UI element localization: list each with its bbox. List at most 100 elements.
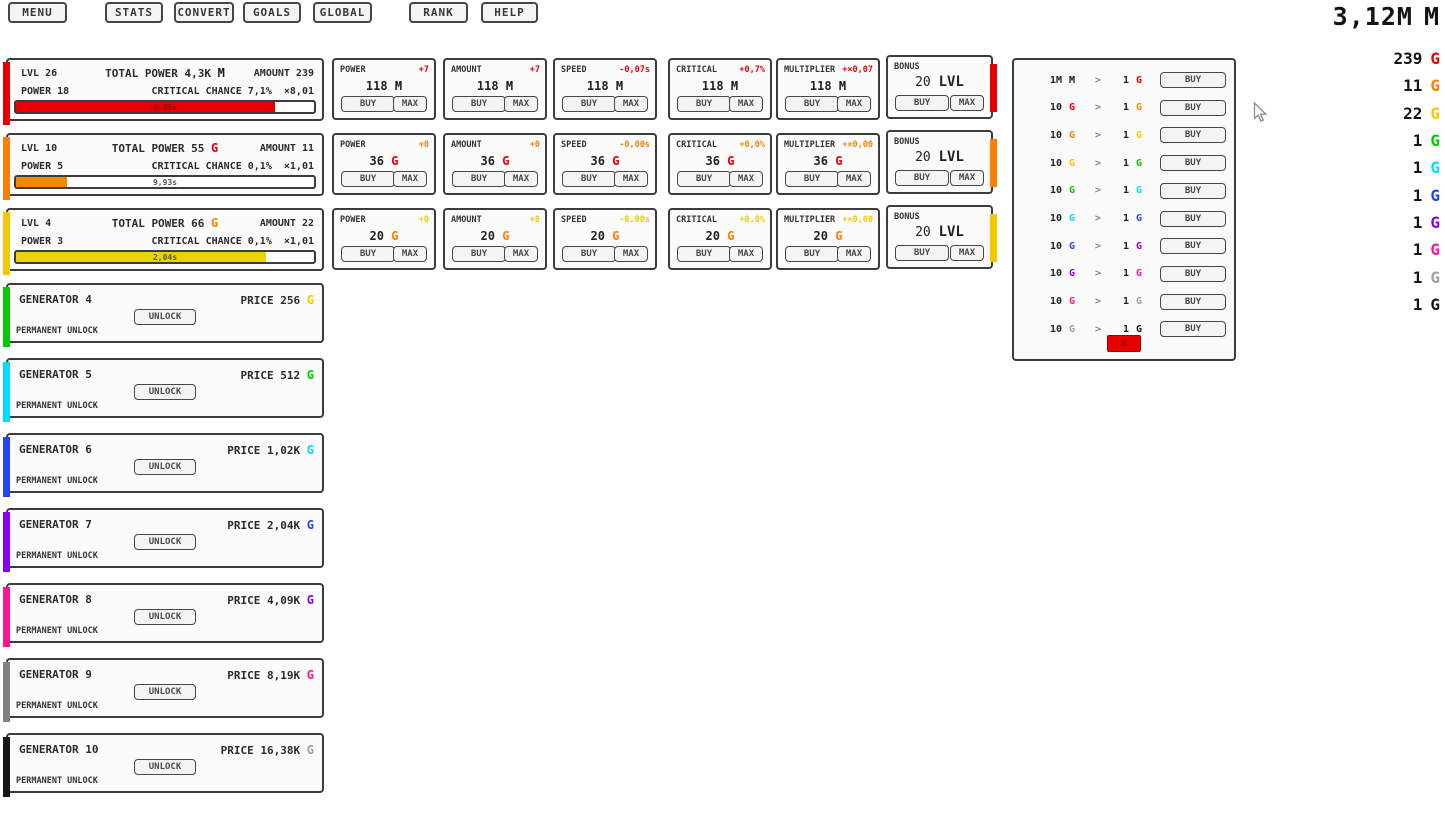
max-button[interactable]: MAX [950,95,984,111]
buy-button[interactable]: BUY [677,246,731,262]
convert-buy-button[interactable]: BUY [1160,321,1226,337]
wallet-main-unit: M [1424,2,1440,31]
upgrade-panel-speed: SPEED -0,07s 118 M BUY MAX [553,58,657,120]
buy-button[interactable]: BUY [452,246,506,262]
topbar-button-goals[interactable]: GOALS [243,2,301,23]
convert-from-amount: 10 [1022,241,1062,252]
upgrade-panel-body: CRITICAL +0,7% 118 M BUY MAX [668,58,772,120]
buy-button[interactable]: BUY [452,171,506,187]
convert-arrow-icon: > [1083,241,1113,252]
bonus-panel: BONUS 20 LVL BUY MAX [886,130,993,194]
unlock-button[interactable]: UNLOCK [134,684,196,700]
max-button[interactable]: MAX [504,246,538,262]
buy-button[interactable]: BUY [785,246,839,262]
convert-from-unit: G [1069,241,1083,252]
buy-button[interactable]: BUY [341,171,395,187]
max-button[interactable]: MAX [837,171,871,187]
max-button[interactable]: MAX [614,246,648,262]
unlock-button[interactable]: UNLOCK [134,609,196,625]
buy-button[interactable]: BUY [562,171,616,187]
upgrade-label: AMOUNT [451,215,482,225]
convert-buy-button[interactable]: BUY [1160,211,1226,227]
max-button[interactable]: MAX [614,171,648,187]
unlock-button[interactable]: UNLOCK [134,309,196,325]
max-button[interactable]: MAX [504,96,538,112]
buy-button[interactable]: BUY [895,170,949,186]
generator-name: GENERATOR 8 [19,593,92,606]
unlock-button[interactable]: UNLOCK [134,534,196,550]
convert-from-amount: 10 [1022,185,1062,196]
convert-to-unit: G [1136,241,1150,252]
buy-button[interactable]: BUY [341,96,395,112]
wallet-tier-unit: G [1430,104,1440,123]
converter-row: 10 G > 1 G BUY [1014,177,1234,205]
topbar-button-convert[interactable]: CONVERT [174,2,234,23]
max-button[interactable]: MAX [393,96,427,112]
buy-button[interactable]: BUY [785,171,839,187]
buy-button[interactable]: BUY [895,95,949,111]
max-button[interactable]: MAX [950,170,984,186]
topbar-button-stats[interactable]: STATS [105,2,163,23]
upgrade-panel-body: AMOUNT +0 20 G BUY MAX [443,208,547,270]
upgrade-delta: +×0,00 [842,215,873,225]
topbar-button-global[interactable]: GLOBAL [313,2,372,23]
generator-color-stripe [3,662,10,722]
buy-button[interactable]: BUY [562,96,616,112]
max-button[interactable]: MAX [729,246,763,262]
generator-panel-active: LVL 4 TOTAL POWER 66 G AMOUNT 22 POWER 3… [6,208,324,271]
convert-buy-button[interactable]: BUY [1160,155,1226,171]
convert-to-unit: G [1136,268,1150,279]
converter-row: 1M M > 1 G BUY [1014,66,1234,94]
convert-buy-button[interactable]: BUY [1160,100,1226,116]
convert-from-unit: G [1069,185,1083,196]
max-button[interactable]: MAX [393,246,427,262]
converter-close-button[interactable]: X [1107,335,1141,352]
generator-panel-body: GENERATOR 4 PRICE 256 G UNLOCK PERMANENT… [6,283,324,343]
max-button[interactable]: MAX [729,171,763,187]
topbar-button-rank[interactable]: RANK [409,2,468,23]
max-button[interactable]: MAX [950,245,984,261]
upgrade-panel-body: POWER +0 36 G BUY MAX [332,133,436,195]
generator-critical-chance: CRITICAL CHANCE 0,1% ×1,01 [151,236,314,247]
unlock-button[interactable]: UNLOCK [134,459,196,475]
max-button[interactable]: MAX [614,96,648,112]
unlock-button[interactable]: UNLOCK [134,384,196,400]
generator-name: GENERATOR 6 [19,443,92,456]
max-button[interactable]: MAX [837,246,871,262]
max-button[interactable]: MAX [729,96,763,112]
unlock-button[interactable]: UNLOCK [134,759,196,775]
wallet-tier-unit: G [1430,186,1440,205]
convert-buy-button[interactable]: BUY [1160,183,1226,199]
generator-progress-bar: 9,93s [14,175,316,189]
buy-button[interactable]: BUY [677,171,731,187]
converter-row: 10 G > 1 G BUY [1014,94,1234,122]
buy-button[interactable]: BUY [562,246,616,262]
buy-button[interactable]: BUY [895,245,949,261]
upgrade-panel-multiplier: MULTIPLIER +×0,07 118 M BUY MAX [776,58,880,120]
max-button[interactable]: MAX [393,171,427,187]
buy-button[interactable]: BUY [785,96,839,112]
upgrade-panel-amount: AMOUNT +0 36 G BUY MAX [443,133,547,195]
upgrade-label: AMOUNT [451,140,482,150]
max-button[interactable]: MAX [837,96,871,112]
bonus-color-stripe [990,64,997,112]
max-button[interactable]: MAX [504,171,538,187]
buy-button[interactable]: BUY [341,246,395,262]
buy-button[interactable]: BUY [677,96,731,112]
upgrade-delta: +7 [419,65,429,75]
convert-from-unit: G [1069,158,1083,169]
bonus-panel: BONUS 20 LVL BUY MAX [886,205,993,269]
buy-button[interactable]: BUY [452,96,506,112]
convert-buy-button[interactable]: BUY [1160,238,1226,254]
convert-buy-button[interactable]: BUY [1160,266,1226,282]
convert-arrow-icon: > [1083,75,1113,86]
convert-arrow-icon: > [1083,213,1113,224]
convert-buy-button[interactable]: BUY [1160,72,1226,88]
upgrade-cost: 20 G [334,229,434,243]
convert-buy-button[interactable]: BUY [1160,127,1226,143]
topbar-button-menu[interactable]: MENU [8,2,67,23]
topbar-button-help[interactable]: HELP [481,2,538,23]
convert-buy-button[interactable]: BUY [1160,294,1226,310]
upgrade-cost: 118 M [445,79,545,93]
converter-row: 10 G > 1 G BUY [1014,232,1234,260]
